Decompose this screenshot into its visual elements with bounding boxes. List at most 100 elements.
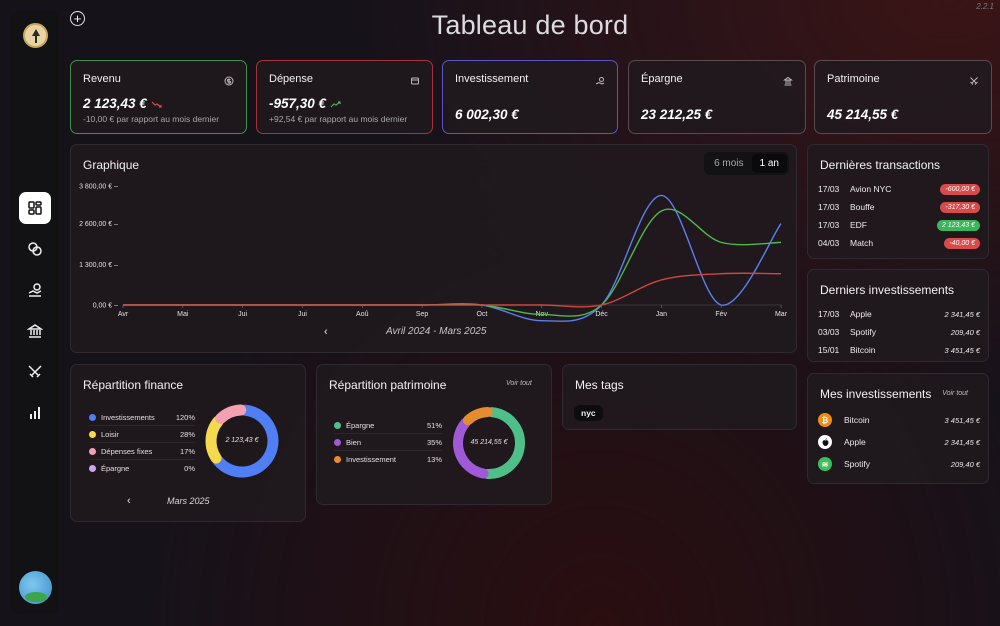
finance-title: Répartition finance — [83, 378, 184, 392]
patrimoine-legend-item[interactable]: Investissement 13% — [334, 451, 442, 468]
chart-period: Avril 2024 - Mars 2025 — [386, 326, 487, 337]
transactions-card: Dernières transactions 17/03 Avion NYC -60… — [807, 144, 989, 259]
my-investments-list: ₿ Bitcoin 3 451,45 € Apple 2 341,45 € ≋ Spotif… — [818, 409, 980, 475]
x-tick-label: Mai — [177, 311, 189, 318]
legend-percent: 35% — [426, 437, 442, 447]
series-line-2 — [122, 272, 782, 308]
line-chart: 3 800,00 € – 2 600,00 € – 1 300,00 € – 0,00… — [79, 184, 788, 322]
bank-icon — [27, 324, 43, 338]
transaction-name: EDF — [850, 220, 867, 230]
my-investment-row[interactable]: ₿ Bitcoin 3 451,45 € — [818, 409, 980, 431]
transaction-row[interactable]: 17/03 Bouffe -317,30 € — [818, 198, 980, 216]
investment-row[interactable]: 15/01 Bitcoin 3 451,45 € — [818, 341, 980, 359]
swords-icon — [28, 365, 42, 378]
nav-bank[interactable] — [19, 315, 51, 347]
investment-value: 209,40 € — [950, 327, 980, 337]
my-investments-title: Mes investissements — [820, 387, 932, 401]
legend-swatch — [89, 465, 96, 472]
stat-comparison: -10,00 € par rapport au mois dernier — [83, 114, 220, 124]
stat-card-1[interactable]: Dépense -957,30 € +92,54 € par rapport au … — [256, 60, 433, 134]
patrimoine-see-all[interactable]: Voir tout — [506, 380, 532, 387]
my-investments-see-all[interactable]: Voir tout — [942, 390, 968, 397]
dollar-icon — [224, 73, 234, 86]
finance-legend: Investissements 120% Loisir 28% Dépenses fix… — [89, 409, 195, 477]
bank-icon — [782, 73, 794, 86]
investment-row[interactable]: 03/03 Spotify 209,40 € — [818, 323, 980, 341]
trend-down-icon — [151, 101, 162, 108]
stat-label: Épargne — [641, 73, 683, 85]
patrimoine-title: Répartition patrimoine — [329, 378, 447, 392]
nav-stats[interactable] — [19, 397, 51, 429]
nav-tools[interactable] — [19, 356, 51, 388]
legend-swatch — [334, 438, 341, 446]
last-investments-title: Derniers investissements — [820, 283, 955, 297]
legend-percent: 28% — [179, 429, 195, 439]
last-investments-list: 17/03 Apple 2 341,45 € 03/03 Spotify 209,40 €… — [818, 305, 980, 359]
chevron-left-icon[interactable]: ‹ — [324, 326, 328, 338]
transaction-row[interactable]: 04/03 Match -40,00 € — [818, 234, 980, 252]
transaction-date: 17/03 — [818, 202, 840, 212]
legend-swatch — [334, 421, 341, 429]
finance-legend-item[interactable]: Investissements 120% — [89, 409, 195, 426]
patrimoine-legend-item[interactable]: Bien 35% — [334, 434, 442, 451]
my-investment-name: Spotify — [844, 459, 870, 469]
y-tick-label: 3 800,00 € – — [79, 184, 118, 191]
legend-label: Investissements — [101, 412, 155, 422]
legend-swatch — [89, 413, 96, 421]
investment-value: 2 341,45 € — [944, 309, 980, 319]
investment-date: 17/03 — [818, 309, 840, 319]
stat-card-4[interactable]: Patrimoine 45 214,55 € — [814, 60, 992, 134]
trend-up-icon — [330, 101, 341, 108]
donut-slice-2[interactable] — [462, 407, 493, 426]
tag-chip[interactable]: nyc — [574, 405, 603, 421]
x-tick-label: Déc — [595, 311, 608, 318]
apple-icon — [818, 435, 832, 449]
investment-row[interactable]: 17/03 Apple 2 341,45 € — [818, 305, 980, 323]
bar-chart-icon — [30, 407, 40, 419]
finance-legend-item[interactable]: Épargne 0% — [89, 460, 195, 477]
nav-dashboard[interactable] — [19, 192, 51, 224]
hand-coin-icon — [595, 73, 605, 85]
investment-date: 03/03 — [818, 327, 840, 337]
finance-card: Répartition finance Investissements 120% L… — [70, 364, 306, 522]
patrimoine-legend-item[interactable]: Épargne 51% — [334, 417, 442, 434]
transaction-amount-badge: -317,30 € — [940, 201, 980, 213]
legend-percent: 13% — [426, 455, 442, 464]
page-title: Tableau de bord — [431, 10, 629, 40]
transaction-row[interactable]: 17/03 EDF 2 123,43 € — [818, 216, 980, 234]
donut-slice-2[interactable] — [215, 404, 247, 424]
stat-label: Investissement — [455, 73, 529, 85]
my-investment-row[interactable]: ≋ Spotify 209,40 € — [818, 453, 980, 475]
transaction-name: Match — [850, 238, 874, 248]
transaction-name: Avion NYC — [850, 184, 892, 194]
investment-name: Apple — [850, 309, 872, 319]
stat-card-0[interactable]: Revenu 2 123,43 € -10,00 € par rapport au … — [70, 60, 247, 134]
transaction-row[interactable]: 17/03 Avion NYC -600,00 € — [818, 180, 980, 198]
x-tick-label: Mar — [775, 311, 788, 318]
legend-percent: 120% — [175, 412, 195, 422]
legend-swatch — [89, 430, 96, 438]
investment-name: Spotify — [850, 327, 876, 337]
my-investment-row[interactable]: Apple 2 341,45 € — [818, 431, 980, 453]
legend-label: Loisir — [101, 429, 119, 439]
stat-amount: 23 212,25 € — [641, 107, 713, 122]
nav-investments[interactable] — [19, 274, 51, 306]
chevron-left-icon[interactable]: ‹ — [127, 495, 131, 507]
dashboard-icon — [28, 201, 42, 215]
wallet-icon — [410, 73, 420, 85]
stat-card-2[interactable]: Investissement 6 002,30 € — [442, 60, 618, 134]
finance-total: 2 123,43 € — [225, 437, 259, 444]
finance-legend-item[interactable]: Dépenses fixes 17% — [89, 443, 195, 460]
user-avatar[interactable] — [19, 571, 52, 604]
legend-swatch — [89, 447, 96, 455]
nav-coins[interactable] — [19, 233, 51, 265]
x-tick-label: Avr — [118, 311, 129, 318]
donut-slice-1[interactable] — [453, 417, 489, 479]
investment-date: 15/01 — [818, 345, 840, 355]
finance-legend-item[interactable]: Loisir 28% — [89, 426, 195, 443]
stat-card-3[interactable]: Épargne 23 212,25 € — [628, 60, 806, 134]
swords-icon — [969, 73, 979, 85]
transaction-amount-badge: 2 123,43 € — [936, 219, 980, 231]
my-investment-value: 2 341,45 € — [944, 437, 980, 447]
legend-label: Bien — [346, 437, 362, 447]
